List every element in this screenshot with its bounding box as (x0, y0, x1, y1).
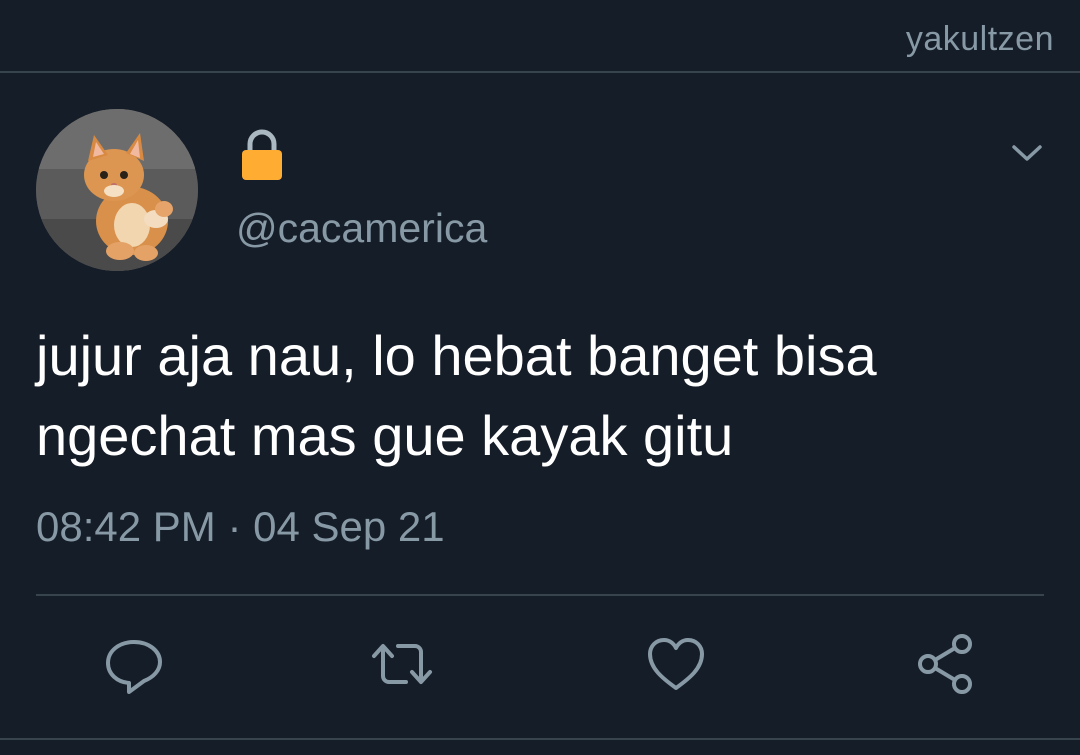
avatar[interactable] (36, 109, 198, 271)
chevron-down-icon[interactable] (1010, 140, 1044, 166)
share-icon[interactable] (914, 632, 978, 696)
user-handle[interactable]: @cacamerica (236, 205, 487, 252)
lock-icon (240, 128, 284, 182)
bottom-divider (0, 738, 1080, 740)
reply-icon[interactable] (102, 632, 166, 696)
divider (36, 594, 1044, 596)
tweet-timestamp[interactable]: 08:42 PM · 04 Sep 21 (36, 503, 445, 551)
tweet-text: jujur aja nau, lo hebat banget bisa ngec… (36, 324, 877, 467)
top-bar: yakultzen (0, 0, 1080, 73)
like-icon[interactable] (644, 632, 708, 696)
watermark-username: yakultzen (905, 20, 1054, 58)
retweet-icon[interactable] (370, 632, 434, 696)
